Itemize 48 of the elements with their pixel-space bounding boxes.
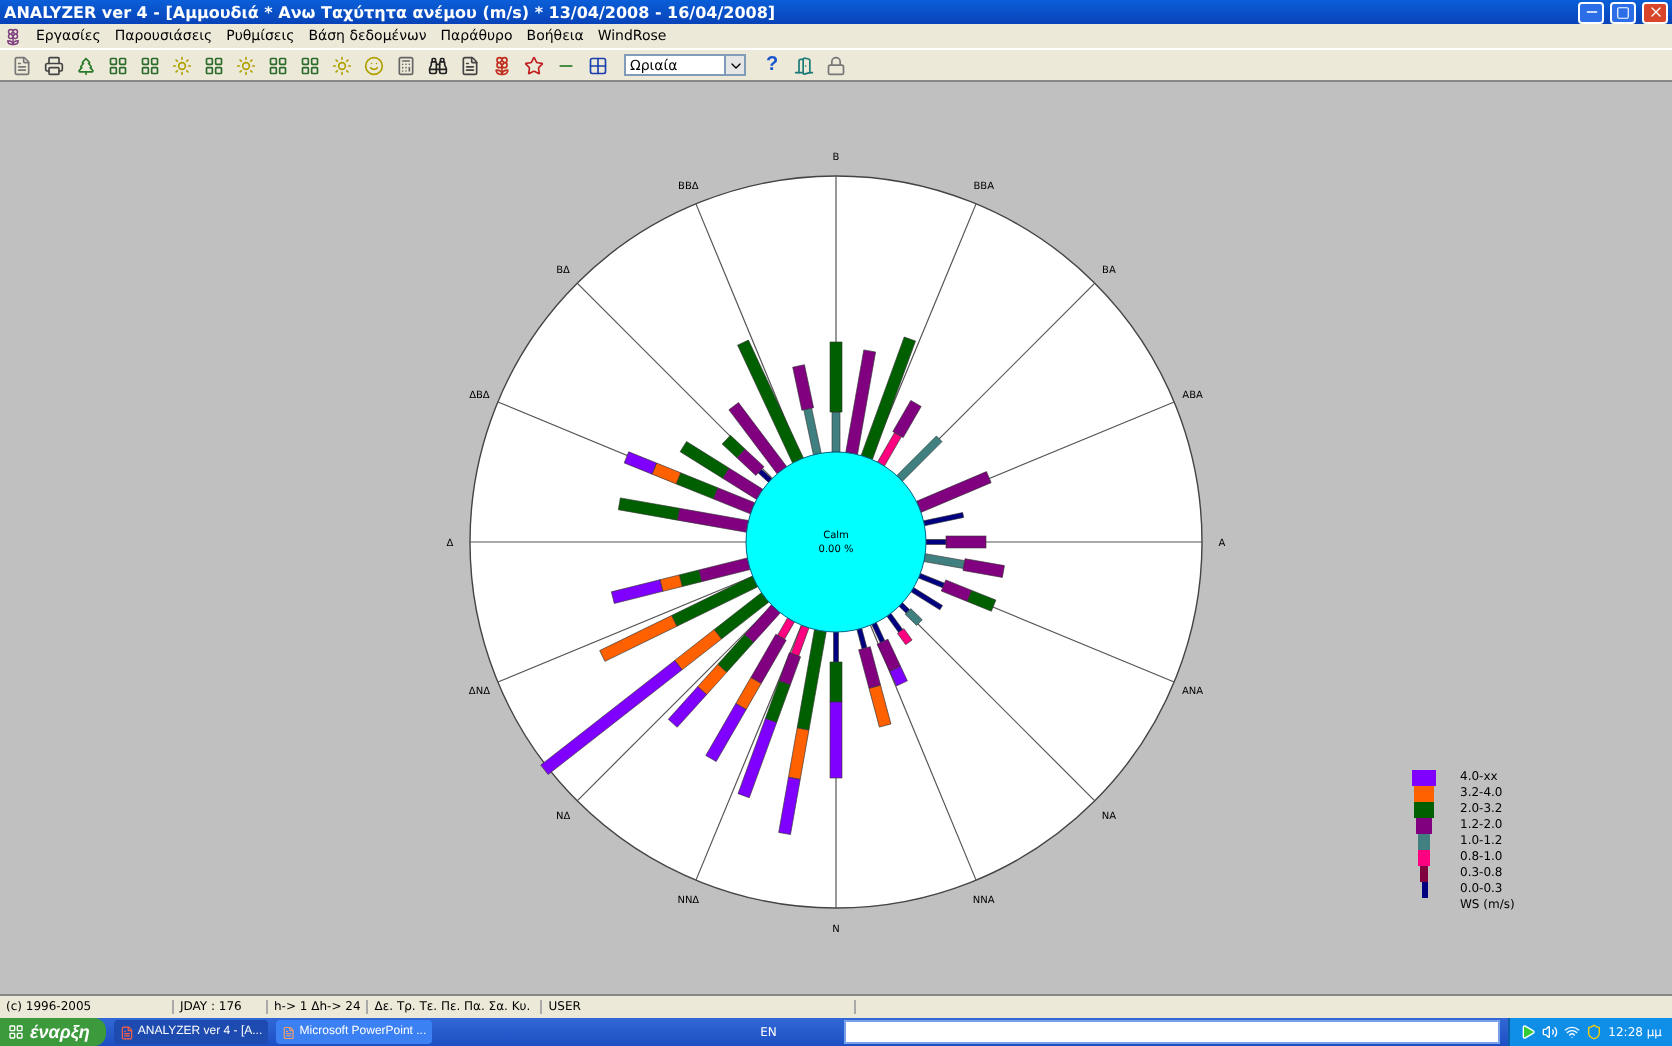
star-button[interactable]	[520, 52, 546, 78]
document-icon	[459, 55, 479, 75]
network-icon[interactable]	[1564, 1024, 1581, 1040]
printer-button[interactable]	[40, 52, 66, 78]
tree-button[interactable]	[72, 52, 98, 78]
tree-icon	[75, 55, 95, 75]
window-title: ANALYZER ver 4 - [Αμμουδιά * Ανω Ταχύτητα ανέμου (m/s) * 13/04/2008 - 16/04/2008]	[4, 3, 778, 21]
lock-icon	[825, 55, 845, 75]
grid-button[interactable]	[584, 52, 610, 78]
document-icon	[119, 1025, 134, 1039]
grid-icon	[267, 55, 287, 75]
grid-icon	[139, 55, 159, 75]
calculator-icon	[395, 55, 415, 75]
document-icon	[282, 1025, 296, 1039]
windows-flag-icon	[8, 1024, 24, 1040]
restore-icon	[1616, 5, 1630, 19]
play-icon[interactable]	[1520, 1024, 1537, 1040]
grid-button[interactable]	[296, 52, 322, 78]
grid-button[interactable]	[136, 52, 162, 78]
binoculars-button[interactable]	[424, 52, 450, 78]
restore-button[interactable]	[1610, 1, 1636, 23]
sun-icon	[235, 55, 255, 75]
printer-icon	[43, 55, 63, 75]
lock-button[interactable]	[822, 52, 848, 78]
smiley-icon	[363, 55, 383, 75]
grid-icon	[299, 55, 319, 75]
grid-button[interactable]	[200, 52, 226, 78]
flower-icon	[491, 55, 511, 75]
speaker-icon[interactable]	[1542, 1024, 1559, 1040]
grid-icon	[587, 55, 607, 75]
grid-icon	[203, 55, 223, 75]
exit-button[interactable]	[790, 52, 816, 78]
star-icon	[523, 55, 543, 75]
close-icon	[1647, 4, 1663, 20]
close-button[interactable]	[1642, 1, 1668, 23]
binoculars-icon	[427, 55, 447, 75]
help-button[interactable]: ?	[760, 52, 784, 78]
sun-icon	[171, 55, 191, 75]
dropdown-button[interactable]	[724, 54, 746, 76]
document-icon	[11, 55, 31, 75]
start-button[interactable]: έναρξη	[0, 1018, 106, 1046]
app-icon	[4, 27, 22, 45]
grid-button[interactable]	[264, 52, 290, 78]
grid-icon	[107, 55, 127, 75]
minimize-button[interactable]	[1578, 1, 1604, 23]
grid-button[interactable]	[104, 52, 130, 78]
door-icon	[793, 55, 813, 75]
sun-icon	[331, 55, 351, 75]
